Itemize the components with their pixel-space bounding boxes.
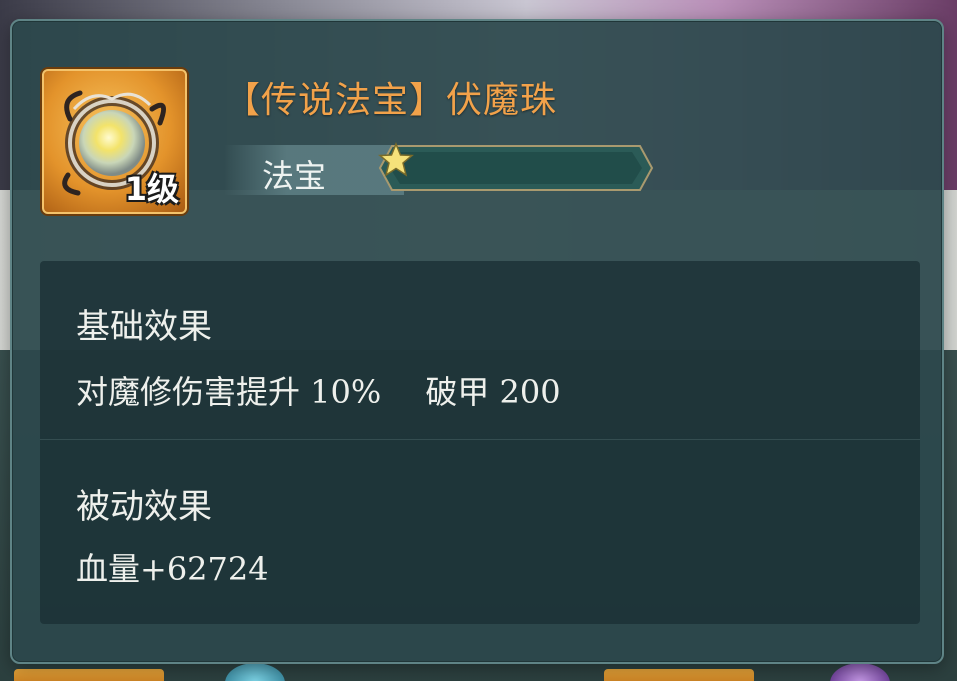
item-quality: 传说法宝 bbox=[261, 80, 410, 121]
item-type-label: 法宝 bbox=[262, 157, 327, 195]
item-icon-frame: 1级 bbox=[42, 69, 187, 214]
effects-divider bbox=[40, 439, 920, 440]
star-rating-bar bbox=[378, 142, 654, 194]
passive-effects-title: 被动效果 bbox=[76, 487, 212, 527]
star-icon bbox=[378, 142, 414, 177]
item-level-badge: 1级 bbox=[124, 170, 179, 208]
passive-effect-hp: 血量+62724 bbox=[76, 550, 269, 588]
background-slot-left bbox=[14, 669, 164, 681]
base-effects-title: 基础效果 bbox=[76, 307, 212, 347]
base-effects-stats: 对魔修伤害提升 10% 破甲 200 bbox=[76, 367, 561, 413]
background-slot-right bbox=[604, 669, 754, 681]
item-name: 伏魔珠 bbox=[446, 80, 558, 121]
title-bracket-open: 【 bbox=[224, 80, 262, 121]
star-bar-frame bbox=[378, 145, 654, 191]
title-bracket-close: 】 bbox=[409, 80, 447, 121]
base-stat-damage: 对魔修伤害提升 10% bbox=[76, 373, 382, 411]
item-tooltip-panel: 1级 【传说法宝】伏魔珠 法宝 基础效果 对魔修伤害提升 10% 破甲 200 被… bbox=[10, 19, 944, 664]
item-title: 【传说法宝】伏魔珠 bbox=[224, 71, 557, 123]
effects-box: 基础效果 对魔修伤害提升 10% 破甲 200 被动效果 血量+62724 bbox=[40, 261, 920, 624]
base-stat-armor-break: 破甲 200 bbox=[425, 373, 561, 411]
